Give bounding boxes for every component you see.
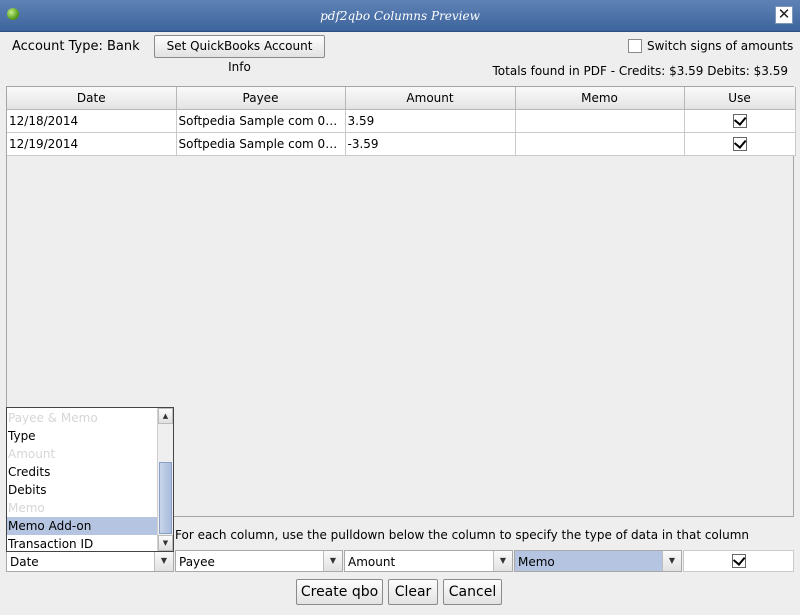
amount-selector-value: Amount: [348, 555, 396, 569]
scroll-down-arrow-icon[interactable]: ▼: [158, 535, 173, 551]
memo-selector-value: Memo: [518, 555, 555, 569]
column-header-memo[interactable]: Memo: [515, 87, 685, 110]
dropdown-option[interactable]: Debits: [7, 481, 157, 499]
use-checkbox[interactable]: [732, 135, 747, 151]
clear-button[interactable]: Clear: [388, 579, 438, 605]
cell-memo[interactable]: [515, 109, 685, 133]
cancel-button[interactable]: Cancel: [443, 579, 502, 605]
window-title: pdf2qbo Columns Preview: [320, 9, 480, 23]
create-qbo-button[interactable]: Create qbo: [296, 579, 383, 605]
dropdown-option[interactable]: Memo: [7, 499, 157, 517]
account-type-label: Account Type: Bank: [12, 39, 140, 54]
cell-amount[interactable]: 3.59: [345, 109, 516, 133]
chevron-down-icon[interactable]: ▼: [323, 551, 342, 571]
set-quickbooks-account-button[interactable]: Set QuickBooks Account Info: [154, 35, 325, 74]
cell-date[interactable]: 12/18/2014: [7, 109, 177, 133]
chevron-down-icon[interactable]: ▼: [154, 551, 173, 571]
chevron-down-icon[interactable]: ▼: [662, 551, 681, 571]
preview-table: Date Payee Amount Memo Use 12/18/2014 So…: [7, 87, 796, 156]
date-column-selector[interactable]: Date ▼: [6, 550, 174, 572]
switch-signs-option[interactable]: Switch signs of amounts: [628, 38, 793, 54]
checkmark-icon: [733, 135, 746, 149]
close-icon[interactable]: ✕: [778, 5, 791, 23]
payee-column-selector[interactable]: Payee ▼: [175, 550, 343, 572]
amount-column-selector[interactable]: Amount ▼: [344, 550, 513, 572]
column-header-date[interactable]: Date: [7, 87, 177, 110]
cell-use[interactable]: [684, 132, 796, 156]
scrollbar-thumb[interactable]: [159, 462, 172, 534]
table-row[interactable]: 12/18/2014 Softpedia Sample com 0278... …: [7, 109, 796, 133]
payee-selector-value: Payee: [179, 555, 215, 569]
cell-payee[interactable]: Softpedia Sample com 0278...: [176, 132, 346, 156]
dropdown-option[interactable]: Type: [7, 427, 157, 445]
totals-summary: Totals found in PDF - Credits: $3.59 Deb…: [492, 64, 789, 78]
column-type-dropdown-list[interactable]: Payee & Memo Type Amount Credits Debits …: [6, 407, 174, 552]
switch-signs-label: Switch signs of amounts: [647, 38, 794, 53]
table-header-row: Date Payee Amount Memo Use: [7, 87, 796, 110]
column-header-use[interactable]: Use: [684, 87, 796, 110]
use-all-cell[interactable]: [683, 550, 794, 572]
dropdown-option[interactable]: Amount: [7, 445, 157, 463]
title-bar: pdf2qbo Columns Preview ✕: [0, 0, 800, 32]
dropdown-option[interactable]: Payee & Memo: [7, 409, 157, 427]
table-row[interactable]: 12/19/2014 Softpedia Sample com 0278... …: [7, 132, 796, 156]
cell-memo[interactable]: [515, 132, 685, 156]
memo-column-selector[interactable]: Memo ▼: [514, 550, 682, 572]
close-button[interactable]: ✕: [775, 6, 793, 24]
dropdown-option-highlighted[interactable]: Memo Add-on: [7, 517, 157, 535]
switch-signs-checkbox[interactable]: [628, 38, 642, 53]
cell-payee[interactable]: Softpedia Sample com 0278...: [176, 109, 346, 133]
dropdown-option[interactable]: Credits: [7, 463, 157, 481]
checkmark-icon: [732, 553, 745, 566]
dropdown-option[interactable]: Transaction ID: [7, 535, 157, 551]
cell-amount[interactable]: -3.59: [345, 132, 516, 156]
date-selector-value: Date: [10, 555, 39, 569]
column-instructions: For each column, use the pulldown below …: [175, 528, 750, 542]
scroll-up-arrow-icon[interactable]: ▲: [158, 408, 173, 424]
dropdown-scrollbar[interactable]: ▲ ▼: [157, 408, 173, 551]
column-header-payee[interactable]: Payee: [176, 87, 346, 110]
column-header-amount[interactable]: Amount: [345, 87, 516, 110]
chevron-down-icon[interactable]: ▼: [493, 551, 512, 571]
checkmark-icon: [733, 112, 746, 126]
use-all-checkbox[interactable]: [731, 553, 746, 568]
use-checkbox[interactable]: [732, 112, 747, 128]
cell-use[interactable]: [684, 109, 796, 133]
cell-date[interactable]: 12/19/2014: [7, 132, 177, 156]
